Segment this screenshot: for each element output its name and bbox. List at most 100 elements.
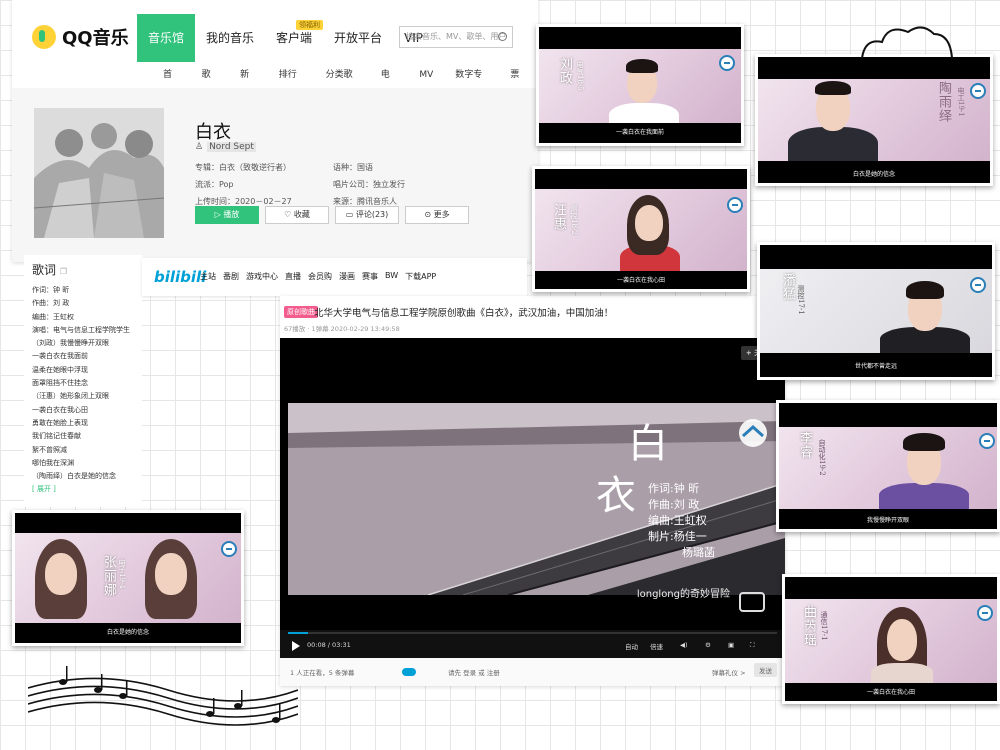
music-staff-doodle [28, 666, 298, 726]
progress-bar[interactable] [288, 632, 777, 634]
play-icon[interactable] [292, 641, 300, 651]
artist-name[interactable]: Nord Sept [207, 142, 256, 152]
lyric-line: 絮不曾照减 [32, 445, 67, 454]
settings-icon[interactable]: ⚙ [705, 641, 711, 649]
qq-subnav: 首页 歌手 新碟 排行榜 分类歌单 电台 MV 数字专辑 票务 [12, 62, 538, 106]
song-actions: ▷ 播放 ♡ 收藏 ▭ 评论(23) ⊙ 更多 [195, 206, 469, 224]
bnav-bw[interactable]: BW [385, 271, 398, 282]
qq-music-logo[interactable]: QQ音乐 [32, 22, 129, 52]
meta-release-value: 2020－02－27 [235, 197, 292, 206]
card-student-class: 自动化19-2 [818, 439, 826, 476]
student-card[interactable]: 李睿 自动化19-2 我慢慢睁开双眼 [776, 400, 1000, 532]
collect-label: 收藏 [293, 210, 310, 219]
more-label: 更多 [433, 210, 450, 219]
school-logo-icon [970, 277, 986, 293]
video-player[interactable]: + 关注 白 衣 作词:钟 昕 作曲:刘 政 编曲:王虹权 制片:杨 [280, 338, 785, 658]
video-meta: 67播放 · 1弹幕 2020-02-29 13:49:58 [284, 325, 400, 333]
credit-arranger: 编曲:王虹权 [648, 514, 707, 527]
subnav-home[interactable]: 首页 [152, 62, 191, 106]
danmaku-toggle[interactable] [402, 668, 416, 676]
comment-icon: ▭ [345, 210, 356, 219]
danmaku-etiquette[interactable]: 弹幕礼仪 > [712, 667, 746, 677]
lyric-line: 编曲：王虹权 [32, 312, 74, 321]
subnav-digital-albums[interactable]: 数字专辑 [444, 62, 499, 106]
autoplay-toggle[interactable]: 自动 [625, 641, 638, 651]
bnav-game-center[interactable]: 游戏中心 [246, 271, 278, 282]
meta-release-label: 上传时间： [195, 197, 235, 206]
bnav-shop[interactable]: 会员购 [308, 271, 332, 282]
search-icon[interactable] [498, 32, 507, 41]
play-button[interactable]: ▷ 播放 [195, 206, 259, 224]
bilibili-logo[interactable]: bilibili [154, 268, 206, 286]
card-student-name: 曲芮瑶 [801, 605, 816, 647]
card-subtitle: 一袭白衣在我心田 [616, 277, 665, 284]
meta-album: 专辑：白衣（致敬逆行者） [195, 162, 333, 173]
school-logo-icon [727, 197, 743, 213]
card-video: 汪惠 测控18-2 一袭白衣在我心田 [535, 169, 747, 289]
meta-language-value: 国语 [357, 163, 373, 172]
card-student-name: 李睿 [797, 431, 812, 459]
video-frame: 白 衣 作词:钟 昕 作曲:刘 政 编曲:王虹权 制片:杨佳一 杨璐菡 [288, 403, 785, 595]
video-tag[interactable]: 原创歌曲 [284, 306, 318, 318]
lyrics-expand-link[interactable]: [ 展开 ] [24, 483, 142, 496]
pip-icon[interactable]: ▣ [728, 641, 734, 649]
student-card[interactable]: 张丽娜 电子19-4 白衣是她的信念 [12, 510, 244, 646]
bnav-download-app[interactable]: 下载APP [405, 271, 436, 282]
subnav-new-albums[interactable]: 新碟 [229, 62, 268, 106]
song-artist[interactable]: ♙ Nord Sept [195, 142, 256, 152]
progress-fill [288, 632, 308, 634]
lyric-line: 演唱：电气与信息工程学院学生 [32, 325, 130, 334]
lyrics-panel: 歌词 ❐ 作词：钟 昕作曲：刘 政编曲：王虹权 演唱：电气与信息工程学院学生 （刘政… [24, 255, 142, 507]
album-cover[interactable] [34, 108, 164, 238]
more-button[interactable]: ⊙ 更多 [405, 206, 469, 224]
nav-music-hall[interactable]: 音乐馆 [137, 14, 196, 62]
person-hair [906, 281, 944, 299]
card-video: 陶雨绎 电工19-1 白衣是她的信念 [758, 57, 990, 183]
bnav-anime[interactable]: 番剧 [223, 271, 239, 282]
collect-button[interactable]: ♡ 收藏 [265, 206, 329, 224]
cloud-doodle [861, 26, 953, 59]
subnav-mv[interactable]: MV [408, 62, 444, 88]
send-button[interactable]: 发送 [754, 663, 777, 677]
volume-icon[interactable]: ◀) [680, 641, 688, 649]
speed-select[interactable]: 倍速 [650, 641, 663, 651]
subnav-radio[interactable]: 电台 [370, 62, 409, 106]
meta-company: 唱片公司：独立发行 [333, 179, 483, 190]
lyric-line: 一袭白衣在我面前 [32, 352, 88, 361]
nav-my-music[interactable]: 我的音乐 [195, 14, 265, 62]
danmaku-bar: 1 人正在看，5 条弹幕 请先 登录 或 注册 弹幕礼仪 > 发送 [280, 658, 785, 686]
student-card[interactable]: 潘猛 测控17-1 世代都不曾走远 [757, 242, 995, 380]
search-input[interactable]: 搜索音乐、MV、歌单、用户 [399, 26, 513, 48]
student-card[interactable]: 汪惠 测控18-2 一袭白衣在我心田 [532, 166, 750, 292]
subnav-singers[interactable]: 歌手 [191, 62, 230, 106]
subnav-playlists[interactable]: 分类歌单 [315, 62, 370, 106]
comment-button[interactable]: ▭ 评论(23) [335, 206, 399, 224]
student-card[interactable]: 刘政 电气18-5 一袭白衣在我面前 [536, 24, 744, 146]
card-student-class: 电气18-5 [576, 61, 584, 91]
login-hint[interactable]: 请先 登录 或 注册 [448, 667, 500, 677]
bnav-manga[interactable]: 漫画 [339, 271, 355, 282]
meta-album-value[interactable]: 白衣（致敬逆行者） [219, 163, 291, 172]
bnav-events[interactable]: 赛事 [362, 271, 378, 282]
subnav-tickets[interactable]: 票务 [499, 62, 538, 106]
qq-topbar: QQ音乐 音乐馆 我的音乐 客户端 领福利 开放平台 VIP 搜索音乐、MV、歌单… [12, 0, 538, 62]
video-credits: 作词:钟 昕 作曲:刘 政 编曲:王虹权 制片:杨佳一 杨璐菡 [648, 481, 715, 561]
copy-icon[interactable]: ❐ [60, 267, 67, 276]
card-student-name: 陶雨绎 [936, 81, 951, 123]
song-title: 白衣 [195, 122, 231, 143]
card-frame [15, 533, 241, 623]
fullscreen-icon[interactable]: ⛶ [750, 641, 755, 650]
nav-open-platform[interactable]: 开放平台 [323, 14, 393, 62]
person-hair [903, 433, 945, 451]
student-card[interactable]: 曲芮瑶 通信17-1 一袭白衣在我心田 [782, 574, 1000, 704]
lyric-line: 面罩阻挡不住挂念 [32, 379, 88, 388]
meta-language-label: 语种： [333, 163, 357, 172]
nav-client[interactable]: 客户端 领福利 [265, 14, 324, 62]
bnav-main-site[interactable]: 主站 [200, 271, 216, 282]
meta-album-label: 专辑： [195, 163, 219, 172]
bnav-live[interactable]: 直播 [285, 271, 301, 282]
subnav-charts[interactable]: 排行榜 [268, 62, 315, 106]
student-card[interactable]: 陶雨绎 电工19-1 白衣是她的信念 [755, 54, 993, 186]
meta-genre: 流派：Pop [195, 179, 333, 190]
nav-client-label: 客户端 [276, 31, 313, 45]
